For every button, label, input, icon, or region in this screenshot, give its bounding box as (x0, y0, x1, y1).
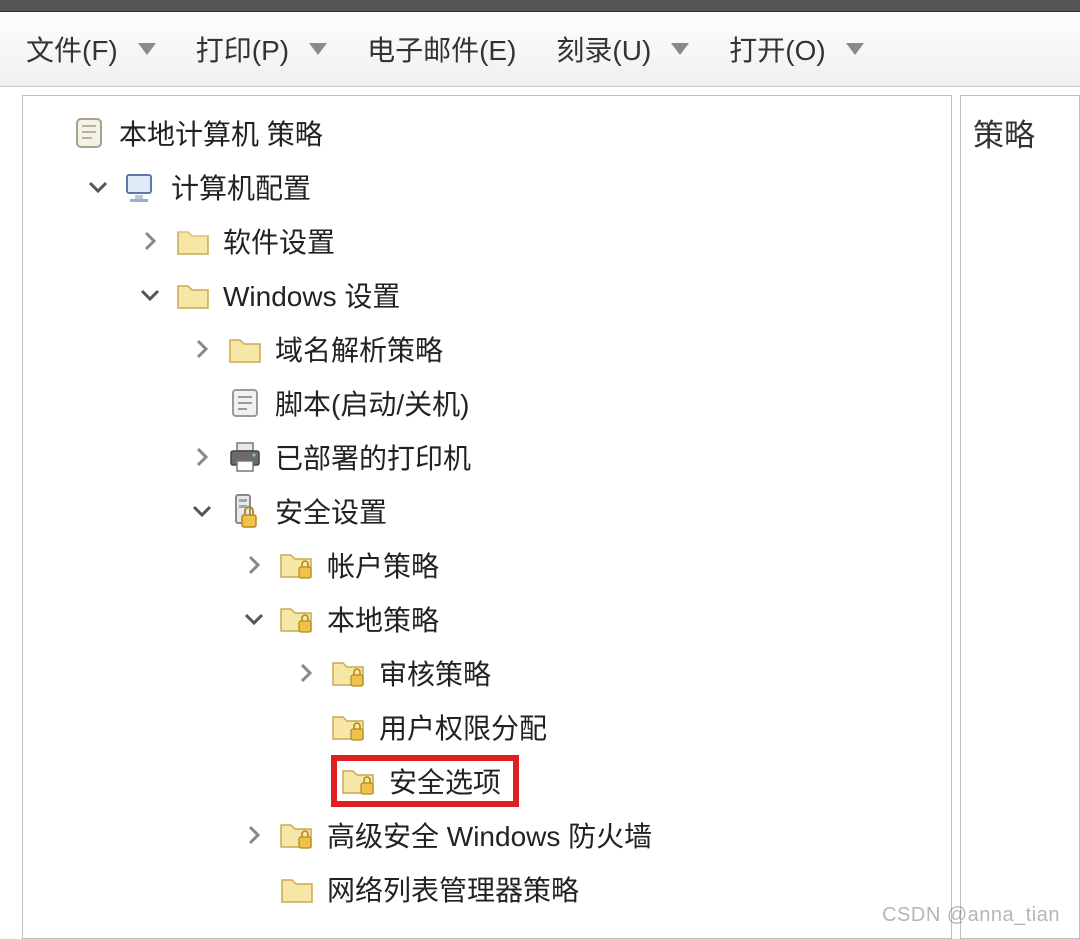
chevron-right-icon[interactable] (187, 339, 217, 359)
menu-email[interactable]: 电子邮件(E) (361, 25, 522, 73)
highlight-box: 安全选项 (331, 755, 519, 807)
folder-lock-icon (279, 817, 315, 853)
chevron-right-icon[interactable] (135, 231, 165, 251)
chevron-down-icon[interactable] (83, 179, 113, 195)
tree-label: 已部署的打印机 (273, 437, 471, 477)
tree-label: 网络列表管理器策略 (325, 869, 579, 909)
security-server-icon (227, 493, 263, 529)
menu-print[interactable]: 打印(P) (190, 25, 333, 73)
tree-node-user-rights[interactable]: 用户权限分配 (291, 700, 947, 754)
tree-label: 计算机配置 (169, 167, 311, 207)
policy-tree: 本地计算机 策略 计算机配置 (31, 106, 947, 916)
chevron-right-icon[interactable] (239, 555, 269, 575)
tree-label: 用户权限分配 (377, 707, 547, 747)
tree-label: Windows 设置 (221, 275, 400, 315)
chevron-right-icon[interactable] (239, 825, 269, 845)
menu-file[interactable]: 文件(F) (20, 25, 162, 73)
tree-node-security-options[interactable]: 安全选项 (291, 754, 947, 808)
tree-label: 审核策略 (377, 653, 491, 693)
folder-lock-icon (341, 763, 377, 799)
menu-file-label: 文件(F) (26, 29, 118, 69)
folder-icon (175, 223, 211, 259)
tree-node-root[interactable]: 本地计算机 策略 计算机配置 (31, 106, 947, 916)
tree-node-scripts[interactable]: 脚本(启动/关机) (187, 376, 947, 430)
folder-lock-icon (279, 547, 315, 583)
folder-lock-icon (331, 655, 367, 691)
dropdown-caret-icon (671, 43, 689, 55)
folder-lock-icon (331, 709, 367, 745)
details-header: 策略 (973, 110, 1067, 155)
tree-node-windows-settings[interactable]: Windows 设置 (135, 268, 947, 916)
tree-node-local-policies[interactable]: 本地策略 (239, 592, 947, 808)
chevron-right-icon[interactable] (187, 447, 217, 467)
folder-icon (279, 871, 315, 907)
tree-node-account-policies[interactable]: 帐户策略 (239, 538, 947, 592)
menu-burn-label: 刻录(U) (556, 29, 651, 69)
tree-node-dns-policy[interactable]: 域名解析策略 (187, 322, 947, 376)
menu-burn[interactable]: 刻录(U) (550, 25, 695, 73)
scroll-icon (71, 115, 107, 151)
chevron-right-icon[interactable] (291, 663, 321, 683)
toolbar: 文件(F) 打印(P) 电子邮件(E) 刻录(U) 打开(O) (0, 12, 1080, 87)
chevron-down-icon[interactable] (239, 611, 269, 627)
tree-label: 安全设置 (273, 491, 387, 531)
computer-icon (123, 169, 159, 205)
tree-label: 域名解析策略 (273, 329, 443, 369)
tree-node-audit-policy[interactable]: 审核策略 (291, 646, 947, 700)
folder-icon (175, 277, 211, 313)
dropdown-caret-icon (309, 43, 327, 55)
tree-label: 安全选项 (387, 761, 501, 801)
content-area: 本地计算机 策略 计算机配置 (0, 87, 1080, 939)
menu-open[interactable]: 打开(O) (723, 25, 869, 73)
details-pane: 策略 (960, 95, 1080, 939)
tree-label: 脚本(启动/关机) (273, 383, 469, 423)
tree-pane: 本地计算机 策略 计算机配置 (22, 95, 952, 939)
tree-node-network-list[interactable]: 网络列表管理器策略 (239, 862, 947, 916)
chevron-down-icon[interactable] (187, 503, 217, 519)
tree-node-firewall[interactable]: 高级安全 Windows 防火墙 (239, 808, 947, 862)
menu-open-label: 打开(O) (729, 29, 825, 69)
menu-print-label: 打印(P) (196, 29, 289, 69)
tree-node-deployed-printers[interactable]: 已部署的打印机 (187, 430, 947, 484)
menu-email-label: 电子邮件(E) (367, 29, 516, 69)
tree-node-security-settings[interactable]: 安全设置 (187, 484, 947, 916)
tree-label: 高级安全 Windows 防火墙 (325, 815, 652, 855)
printer-icon (227, 439, 263, 475)
dropdown-caret-icon (138, 43, 156, 55)
tree-node-software-settings[interactable]: 软件设置 (135, 214, 947, 268)
folder-lock-icon (279, 601, 315, 637)
window-title-bar (0, 0, 1080, 12)
script-icon (227, 385, 263, 421)
dropdown-caret-icon (846, 43, 864, 55)
tree-node-computer-config[interactable]: 计算机配置 (83, 160, 947, 916)
tree-label: 软件设置 (221, 221, 335, 261)
tree-label: 本地策略 (325, 599, 439, 639)
tree-label: 本地计算机 策略 (117, 113, 323, 153)
chevron-down-icon[interactable] (135, 287, 165, 303)
tree-label: 帐户策略 (325, 545, 439, 585)
folder-icon (227, 331, 263, 367)
